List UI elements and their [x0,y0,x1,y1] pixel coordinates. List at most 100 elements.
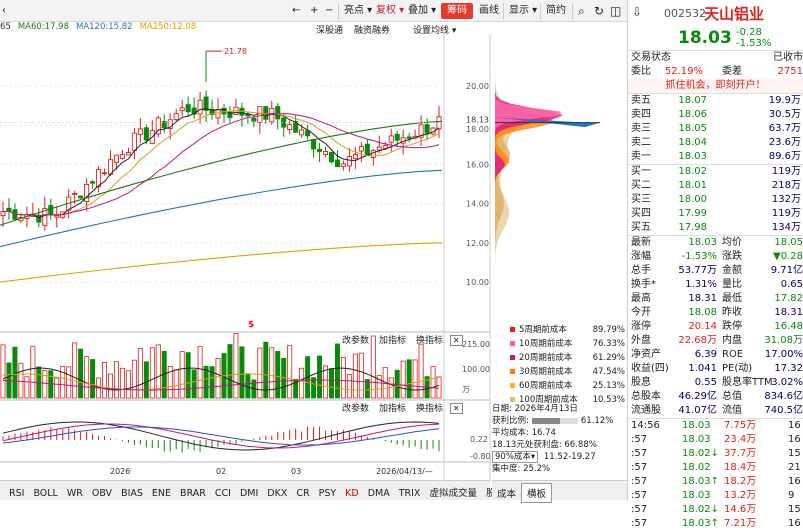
book-row[interactable]: 卖四 18.06 30.5万 [628,108,803,122]
price-axis-label: 16.00 [466,160,489,169]
book-price: 17.98 [678,222,707,233]
switch-indicator-link-2[interactable]: 换指标 [416,404,443,414]
indicator-tab[interactable]: TRIX [399,484,421,499]
stat-row: 最高 18.31 最低 17.82 [628,292,803,306]
modify-params-link-2[interactable]: 改参数 [342,404,369,414]
candle-body [388,135,394,143]
book-row[interactable]: 买一 18.02 119万 [628,165,803,179]
stat-row: 涨停 20.14 跌停 16.48 [628,320,803,334]
book-price: 18.02 [678,166,707,177]
draw-button[interactable]: 画线 [479,3,499,19]
cost-tab[interactable]: 成本 [492,482,521,500]
volume-bar [329,368,334,399]
candle-body [119,154,125,159]
volume-bar [108,373,113,399]
cost-legend-swatch [510,397,515,402]
open-account-promo[interactable]: 抓住机会，即刻开户！ [628,79,803,93]
stat-label: 净资产 [631,349,661,360]
indicator-tab[interactable]: DKX [267,484,287,499]
indicator-tab[interactable]: ENE [152,484,171,499]
stat-label: 今开 [631,307,651,318]
close-macd-panel-icon[interactable]: ✕ [449,403,463,414]
indicator-tabs: RSI BOLL WR OBV BIAS ENE BRAR CCI DMI DKX CR PSY KD D… [0,480,505,500]
tick-extra: 21 [788,462,801,473]
price-row: 18.03 -0.28 -1.53% [628,27,803,50]
book-row[interactable]: 卖三 18.05 63.7万 [628,122,803,136]
macd-axis-label: -0.80 [470,452,491,461]
search-icon[interactable]: ⌕ [578,3,585,19]
zoom-out-icon[interactable]: − [325,3,333,19]
cost-90-row: 90%成本▾ 11.52-19.27 [492,451,627,463]
indicator-tab[interactable]: OBV [92,484,112,499]
book-row[interactable]: 买二 18.01 218万 [628,179,803,193]
indicator-tab[interactable]: WR [67,484,83,499]
stat-value: 17.00% [764,349,803,360]
highlight-dropdown[interactable]: 亮点 ▾ [344,3,372,19]
candle-body [173,113,179,120]
restore-dropdown[interactable]: 复权 ▾ [376,3,404,19]
book-row[interactable]: 买四 17.99 119万 [628,207,803,221]
cost-legend-item: 20周期前成本 61.29% [510,351,625,365]
stat-value: 3.02% [771,377,803,388]
book-price: 18.06 [678,109,707,120]
price-change: -0.28 [736,27,762,38]
modify-params-link[interactable]: 改参数 [342,336,369,346]
book-row[interactable]: 买五 17.98 134万 [628,221,803,235]
volume-bar [412,359,418,399]
restore-label: 复权 [376,5,396,16]
book-row[interactable]: 卖五 18.07 19.9万 [628,94,803,108]
cost-legend-swatch [510,341,515,346]
add-indicator-link[interactable]: 加指标 [379,336,406,346]
book-volume: 218万 [771,180,801,191]
volume-bar [24,376,30,399]
chips-button[interactable]: 筹码 [441,3,473,19]
close-volume-panel-icon[interactable]: ✕ [449,335,463,346]
indicator-tab[interactable]: DMI [240,484,258,499]
tick-volume: 18.2万 [724,476,757,487]
candle-body [328,151,335,163]
book-row[interactable]: 卖二 18.04 23.6万 [628,136,803,150]
stat-row: 外盘 22.68万 内盘 31.08万 [628,334,803,348]
indicator-tab[interactable]: 虚拟成交量 [429,481,477,499]
indicator-tab[interactable]: RSI [9,484,24,499]
cost-90-select[interactable]: 90%成本▾ [492,451,539,463]
book-volume: 23.6万 [768,137,801,148]
tick-time: :57 [631,476,648,487]
indicator-tab[interactable]: CR [296,484,309,499]
refresh-icon[interactable]: ↻ [594,3,604,19]
cost-90-label: 90%成本 [495,452,531,462]
book-row[interactable]: 买三 18.00 132万 [628,193,803,207]
book-row[interactable]: 卖一 18.03 89.6万 [628,150,803,164]
stat-row: 最新 18.03 均价 18.05 [628,236,803,250]
volume-bar [72,342,78,399]
commit-diff-label: 委差 [722,66,742,77]
tick-volume: 7.21万 [724,518,757,529]
candle-body [406,136,412,139]
indicator-tab[interactable]: BOLL [33,484,57,499]
split-view-icon[interactable]: ◫ [610,3,621,19]
stat-value: -1.53% [681,251,717,262]
switch-indicator-link[interactable]: 换指标 [416,336,443,346]
indicator-tab[interactable]: PSY [319,484,337,499]
indicator-tab[interactable]: BRAR [180,484,206,499]
brief-button[interactable]: 简约 [546,3,566,19]
download-pin-icon[interactable]: ⇩ [632,5,642,19]
display-dropdown[interactable]: 显示 ▾ [509,3,537,19]
overlay-dropdown[interactable]: 叠加 ▾ [408,3,436,19]
zoom-in-icon[interactable]: + [310,3,318,19]
indicator-tab[interactable]: CCI [215,484,231,499]
cost-tab[interactable]: 横板 [521,483,553,503]
tick-list[interactable]: 14:56 18.03 7.75万 16:57 18.03 23.4万 16:57 18.02… [628,419,803,531]
tick-volume: 18.4万 [724,462,757,473]
volume-bar [119,367,125,399]
indicator-tab[interactable]: BIAS [121,484,143,499]
candle-body [197,99,203,115]
add-indicator-link-2[interactable]: 加指标 [379,404,406,414]
nav-back-icon[interactable]: ← [292,3,300,19]
commit-ratio-label: 委比 [631,66,651,77]
indicator-tab[interactable]: DMA [368,484,390,499]
tick-time: :57 [631,434,648,445]
book-label: 买三 [631,194,651,205]
indicator-tab[interactable]: KD [345,484,359,499]
toolbar-scroll-left[interactable]: ‹ [2,3,6,19]
